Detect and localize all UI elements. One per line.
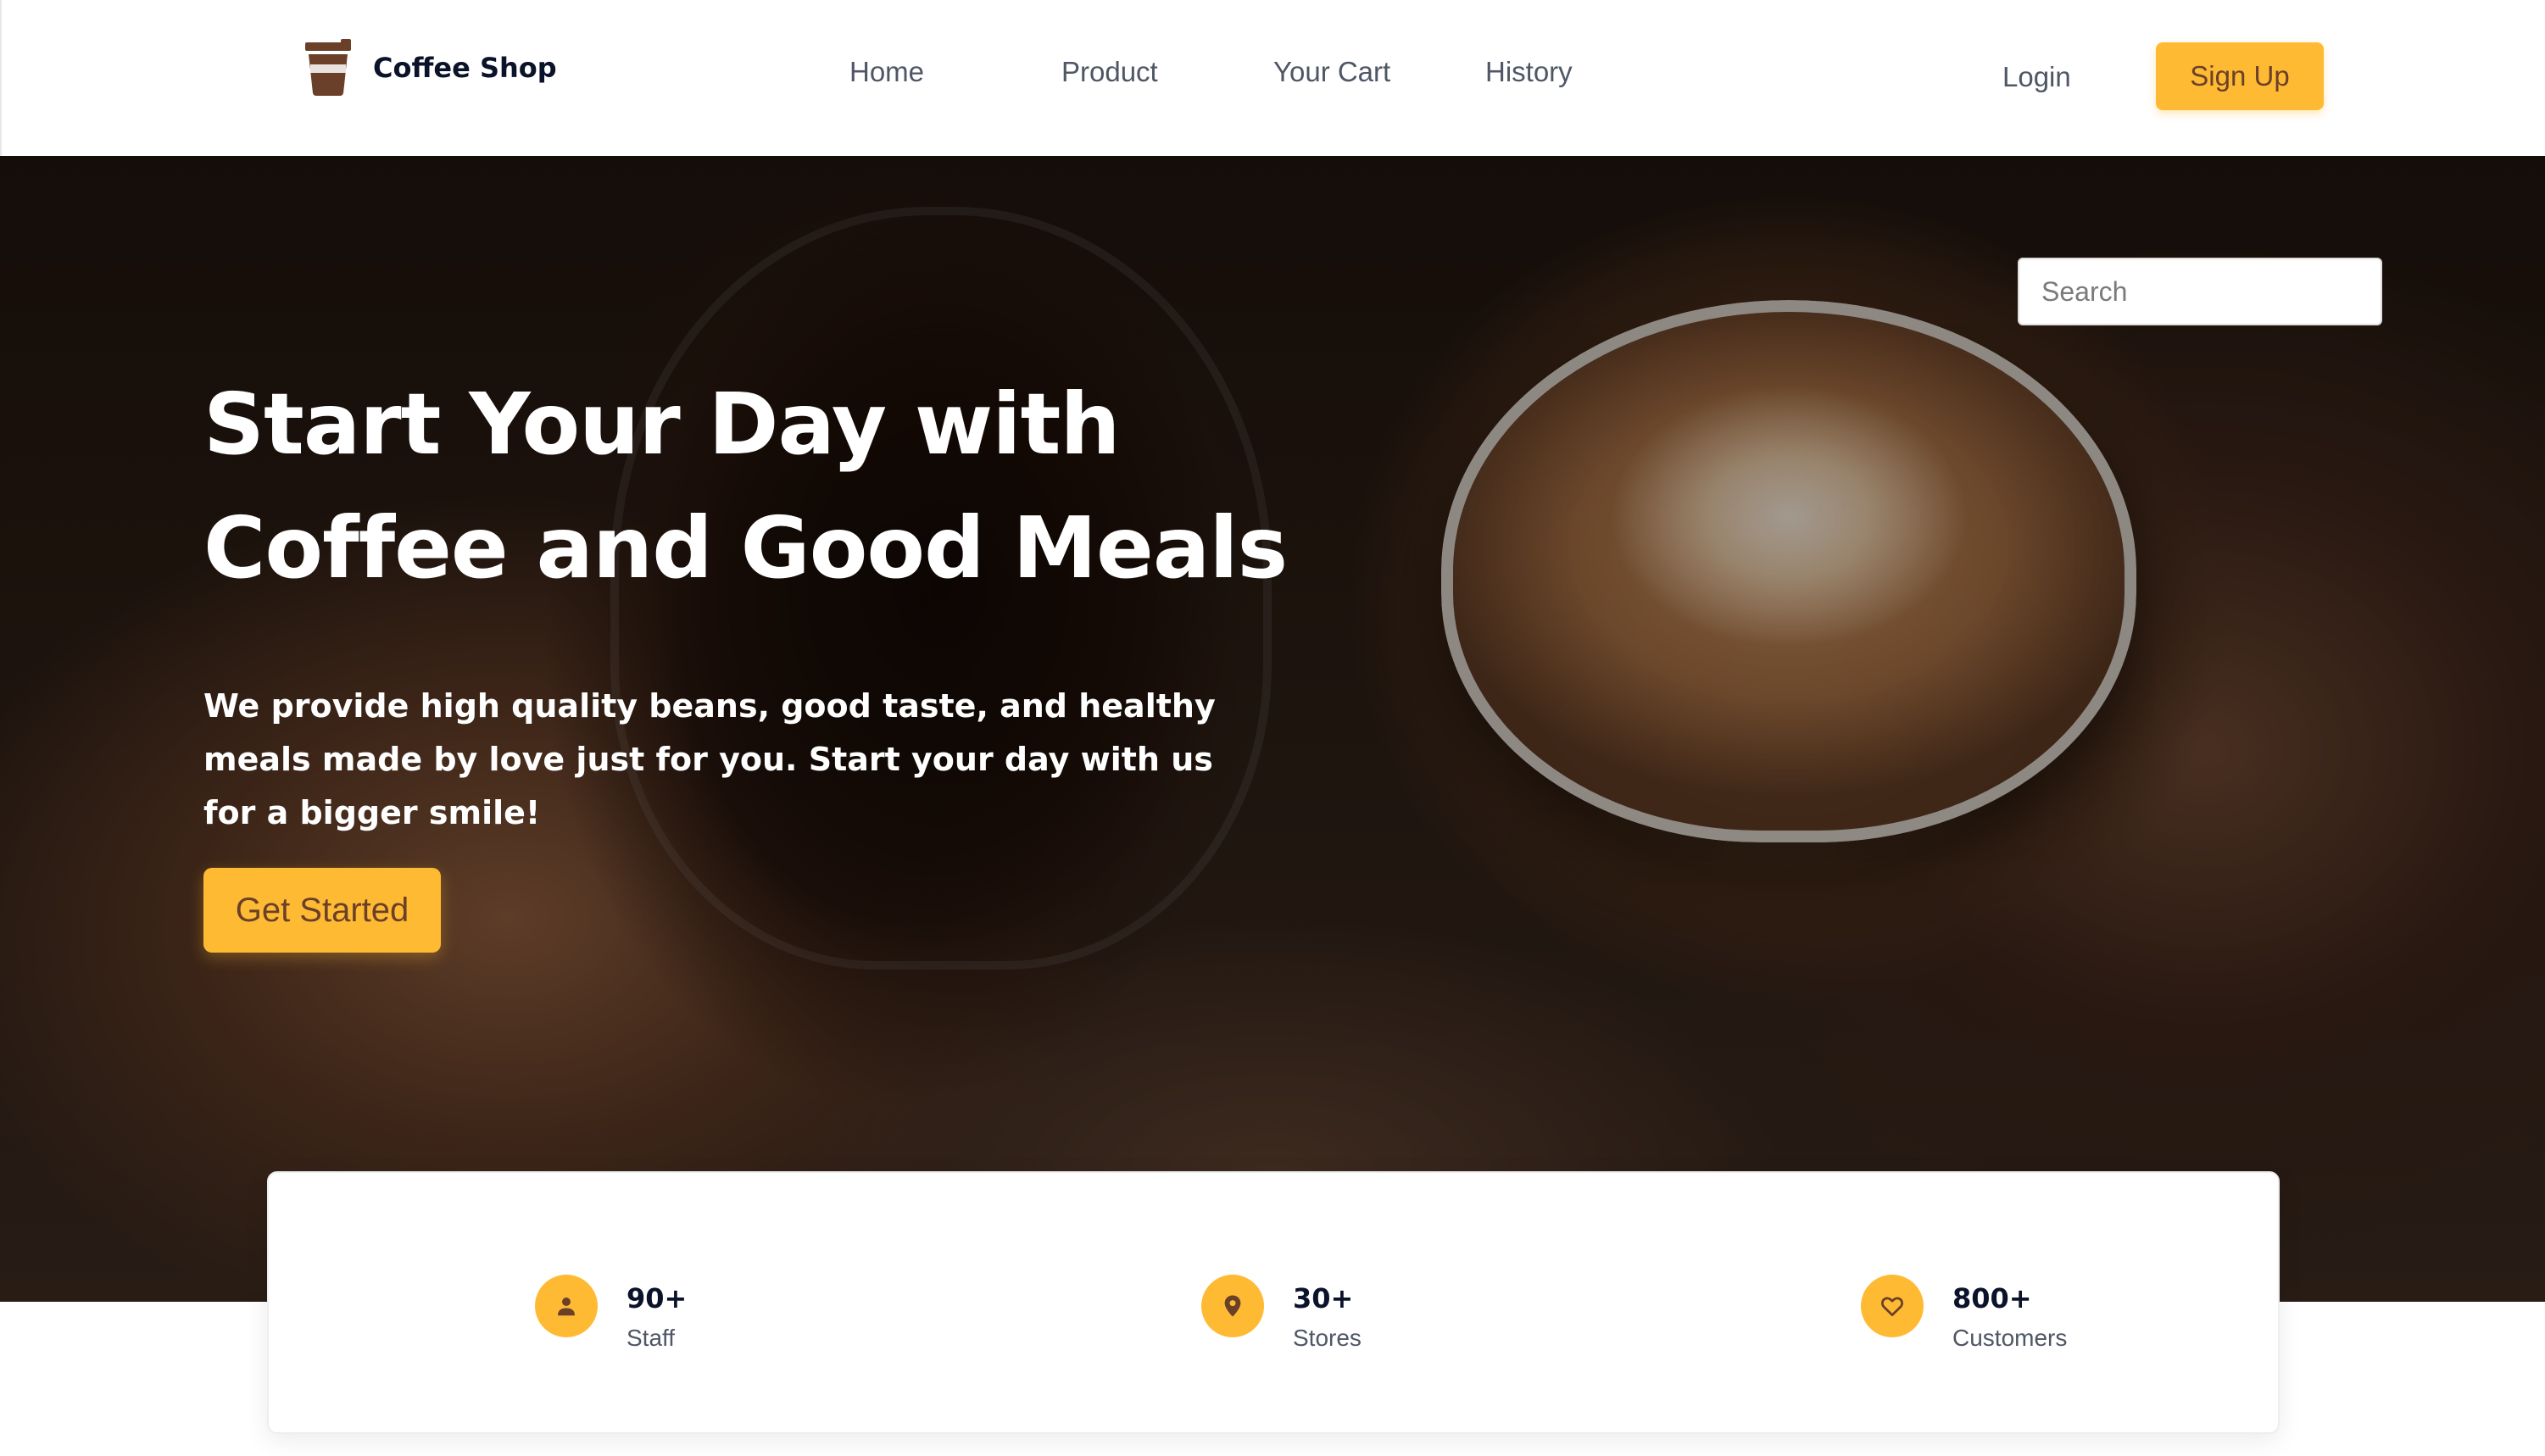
brand-name: Coffee Shop	[373, 52, 557, 84]
stat-text: 90+ Staff	[627, 1275, 687, 1353]
hero-subtitle: We provide high quality beans, good tast…	[203, 687, 1216, 831]
stat-customers: 800+ Customers	[1861, 1275, 2067, 1353]
nav-link-home[interactable]: Home	[849, 56, 924, 88]
stat-staff: 90+ Staff	[535, 1275, 687, 1353]
hero-section: Start Your Day with Coffee and Good Meal…	[0, 156, 2545, 1302]
location-pin-icon	[1224, 1295, 1241, 1317]
user-icon	[558, 1298, 575, 1316]
nav-link-product[interactable]: Product	[1061, 56, 1158, 88]
coffee-shop-page: Coffee Shop Home Product Your Cart Histo…	[0, 0, 2545, 1456]
get-started-button[interactable]: Get Started	[203, 868, 441, 953]
stats-card: 90+ Staff 30+ Stores 800+ Customers	[267, 1171, 2280, 1434]
nav-link-your-cart[interactable]: Your Cart	[1273, 56, 1390, 88]
stat-text: 800+ Customers	[1952, 1275, 2067, 1353]
stat-text: 30+ Stores	[1293, 1275, 1362, 1353]
heart-icon	[1881, 1297, 1903, 1316]
top-navbar: Coffee Shop Home Product Your Cart Histo…	[0, 0, 2545, 156]
stat-value: 30+	[1293, 1282, 1354, 1314]
stat-stores: 30+ Stores	[1201, 1275, 1362, 1353]
signup-button[interactable]: Sign Up	[2156, 42, 2324, 110]
stat-label: Stores	[1293, 1325, 1362, 1351]
stat-value: 90+	[627, 1282, 688, 1314]
stat-icon-badge	[535, 1275, 598, 1337]
hero-title: Start Your Day with Coffee and Good Meal…	[203, 375, 1288, 597]
stat-label: Customers	[1952, 1325, 2068, 1351]
stat-icon-badge	[1201, 1275, 1264, 1337]
stat-icon-badge	[1861, 1275, 1924, 1337]
stat-value: 800+	[1952, 1282, 2032, 1314]
search-input[interactable]	[2018, 258, 2382, 325]
coffee-cup-icon	[305, 39, 351, 96]
nav-link-history[interactable]: History	[1485, 56, 1573, 88]
stat-label: Staff	[627, 1325, 676, 1351]
brand-logo[interactable]: Coffee Shop	[304, 37, 557, 98]
login-link[interactable]: Login	[2002, 61, 2071, 93]
